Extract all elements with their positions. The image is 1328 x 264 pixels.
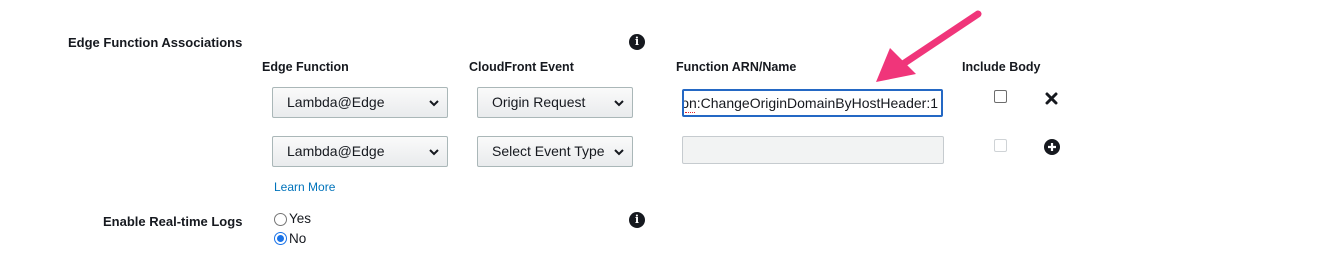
cloudfront-event-select[interactable]: Select Event Type <box>477 136 633 167</box>
column-header-function-arn: Function ARN/Name <box>676 60 797 74</box>
learn-more-link[interactable]: Learn More <box>274 180 335 194</box>
edge-function-select[interactable]: Lambda@Edge <box>272 136 448 167</box>
cloudfront-event-select-value: Origin Request <box>492 94 586 110</box>
cloudfront-event-select[interactable]: Origin Request <box>477 87 633 118</box>
spellcheck-underline <box>685 109 695 113</box>
column-header-cloudfront-event: CloudFront Event <box>469 60 574 74</box>
edge-function-select[interactable]: Lambda@Edge <box>272 87 448 118</box>
realtime-logs-yes-radio[interactable] <box>274 213 287 226</box>
info-icon[interactable]: i <box>629 34 645 50</box>
edge-function-select-value: Lambda@Edge <box>287 94 385 110</box>
info-icon[interactable]: i <box>629 212 645 228</box>
realtime-logs-no-label: No <box>289 231 307 246</box>
include-body-checkbox[interactable] <box>994 139 1007 152</box>
edge-function-select-value: Lambda@Edge <box>287 143 385 159</box>
function-arn-input[interactable] <box>682 136 944 164</box>
column-header-edge-function: Edge Function <box>262 60 349 74</box>
add-circle-icon[interactable] <box>1044 139 1060 155</box>
chevron-down-icon <box>429 149 439 156</box>
realtime-logs-yes-label: Yes <box>289 211 312 226</box>
enable-realtime-logs-label: Enable Real-time Logs <box>103 214 243 229</box>
chevron-down-icon <box>614 100 624 107</box>
close-icon[interactable] <box>1045 92 1058 105</box>
cloudfront-event-select-value: Select Event Type <box>492 143 605 159</box>
chevron-down-icon <box>614 149 624 156</box>
realtime-logs-no-radio[interactable] <box>274 232 287 245</box>
edge-function-form: Edge Function Associations i Edge Functi… <box>0 0 1328 264</box>
arrow-annotation-icon <box>876 10 982 82</box>
chevron-down-icon <box>429 100 439 107</box>
edge-function-associations-label: Edge Function Associations <box>68 35 243 50</box>
